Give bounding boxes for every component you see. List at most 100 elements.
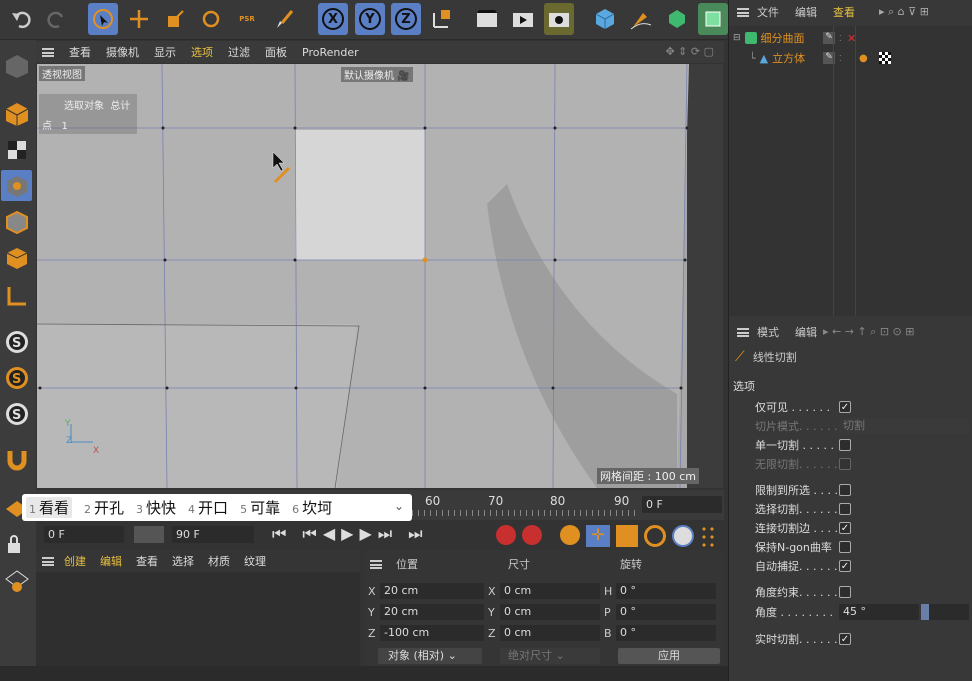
- menu-options[interactable]: 选项: [191, 44, 213, 60]
- option-checkbox[interactable]: ✓: [839, 560, 851, 572]
- phong-tag-icon[interactable]: ●: [859, 53, 868, 64]
- option-checkbox[interactable]: [839, 503, 851, 515]
- attributes-nav-icons[interactable]: ▸ ← → ↑ ⌕ ⊡ ⊙ ⊞: [823, 325, 914, 339]
- prev-key-icon[interactable]: ⏮: [302, 524, 316, 544]
- goto-start-icon[interactable]: ⏮: [272, 524, 286, 544]
- polygons-mode-icon[interactable]: [1, 242, 32, 273]
- subdivision-icon[interactable]: [662, 3, 692, 35]
- end-frame-field[interactable]: 90 F: [172, 526, 254, 543]
- psr-icon[interactable]: PSR: [232, 3, 262, 35]
- tab-6[interactable]: 6 坎坷: [292, 497, 332, 518]
- make-editable-icon[interactable]: [1, 50, 32, 81]
- option-checkbox[interactable]: [839, 586, 851, 598]
- menu-icon[interactable]: [42, 556, 54, 566]
- texture-mode-icon[interactable]: [1, 134, 32, 165]
- range-slider[interactable]: [134, 526, 164, 543]
- chevron-down-icon[interactable]: ⌄: [394, 499, 404, 513]
- position-x-field[interactable]: 20 cm: [380, 583, 484, 599]
- tab-4[interactable]: 4 开口: [188, 497, 228, 518]
- option-checkbox[interactable]: [839, 541, 851, 553]
- menu-edit[interactable]: 编辑: [795, 324, 817, 340]
- object-manager-tool-icons[interactable]: ▸ ⌕ ⌂ ⊽ ⊞: [879, 5, 929, 19]
- auto-key-icon[interactable]: [522, 525, 542, 545]
- keyframe-settings-icon[interactable]: [560, 525, 580, 545]
- tab-1[interactable]: 1 看看: [26, 497, 73, 518]
- goto-end-icon[interactable]: ⏭: [408, 524, 422, 544]
- next-key-icon[interactable]: ⏭: [378, 524, 392, 544]
- menu-panel[interactable]: 面板: [265, 44, 287, 60]
- size-y-field[interactable]: 0 cm: [500, 604, 600, 620]
- expand-icon[interactable]: ⊟: [733, 33, 741, 43]
- render-view-icon[interactable]: [472, 3, 502, 35]
- menu-icon[interactable]: [370, 559, 382, 569]
- menu-material[interactable]: 材质: [208, 553, 230, 569]
- angle-slider[interactable]: [921, 604, 969, 620]
- option-checkbox[interactable]: ✓: [839, 522, 851, 534]
- live-select-icon[interactable]: [88, 3, 118, 35]
- menu-camera[interactable]: 摄像机: [106, 44, 139, 60]
- menu-icon[interactable]: [42, 47, 54, 57]
- x-axis-lock-button[interactable]: X: [318, 3, 348, 35]
- slice-mode-select[interactable]: 切割: [839, 418, 969, 434]
- menu-view[interactable]: 查看: [69, 44, 91, 60]
- coordinate-system-icon[interactable]: [427, 3, 457, 35]
- tab-2[interactable]: 2 开孔: [84, 497, 124, 518]
- magnet-icon[interactable]: [1, 444, 32, 475]
- deformer-icon[interactable]: [698, 3, 728, 35]
- workplane-snap-icon[interactable]: S: [1, 398, 32, 429]
- visibility-dots-icon[interactable]: ⁚: [839, 34, 842, 43]
- z-axis-lock-button[interactable]: Z: [391, 3, 421, 35]
- play-icon[interactable]: ▶: [341, 524, 353, 544]
- pen-spline-icon[interactable]: [626, 3, 656, 35]
- points-mode-icon[interactable]: [1, 170, 32, 201]
- undo-icon[interactable]: [6, 3, 36, 35]
- prev-frame-icon[interactable]: ◀: [323, 524, 335, 544]
- key-move-icon[interactable]: ✛: [586, 525, 610, 547]
- rotate-icon[interactable]: [196, 3, 226, 35]
- model-mode-icon[interactable]: [1, 98, 32, 129]
- next-frame-icon[interactable]: ▶: [359, 524, 371, 544]
- viewport-nav-icons[interactable]: ✥ ⇕ ⟳ ▢: [665, 45, 714, 58]
- rotation-b-field[interactable]: 0 °: [616, 625, 716, 641]
- camera-label[interactable]: 默认摄像机 🎥: [341, 67, 413, 82]
- material-tag-icon[interactable]: [879, 52, 891, 64]
- coord-mode-select[interactable]: 对象 (相对) ⌄: [378, 648, 482, 664]
- move-icon[interactable]: [124, 3, 154, 35]
- option-checkbox[interactable]: [839, 458, 851, 470]
- rotation-h-field[interactable]: 0 °: [616, 583, 716, 599]
- lock-workplane-icon[interactable]: [1, 528, 32, 559]
- viewport[interactable]: 透视视图 默认摄像机 🎥 选取对象 总计 点 1 Y Z X 网格间距 : 10…: [37, 64, 723, 488]
- current-frame-field[interactable]: 0 F: [642, 496, 722, 513]
- brush-icon[interactable]: [270, 3, 300, 35]
- size-mode-select[interactable]: 绝对尺寸 ⌄: [500, 648, 600, 664]
- scale-icon[interactable]: [160, 3, 190, 35]
- menu-icon[interactable]: [737, 327, 749, 337]
- position-z-field[interactable]: -100 cm: [380, 625, 484, 641]
- menu-select[interactable]: 选择: [172, 553, 194, 569]
- menu-filter[interactable]: 过滤: [228, 44, 250, 60]
- option-checkbox[interactable]: [839, 484, 851, 496]
- menu-view[interactable]: 查看: [833, 4, 855, 20]
- menu-create[interactable]: 创建: [64, 553, 86, 569]
- render-picture-icon[interactable]: [508, 3, 538, 35]
- position-y-field[interactable]: 20 cm: [380, 604, 484, 620]
- angle-field[interactable]: 45 °: [839, 604, 919, 620]
- option-checkbox[interactable]: ✓: [839, 401, 851, 413]
- apply-button[interactable]: 应用: [618, 648, 720, 664]
- key-pla-icon[interactable]: [700, 525, 716, 547]
- snap-icon[interactable]: S: [1, 326, 32, 357]
- key-scale-icon[interactable]: [616, 525, 638, 547]
- menu-mode[interactable]: 模式: [757, 324, 779, 340]
- menu-file[interactable]: 文件: [757, 4, 779, 20]
- cube-primitive-icon[interactable]: [590, 3, 620, 35]
- record-icon[interactable]: [496, 525, 516, 545]
- key-rotate-icon[interactable]: [644, 525, 666, 547]
- size-x-field[interactable]: 0 cm: [500, 583, 600, 599]
- menu-edit[interactable]: 编辑: [795, 4, 817, 20]
- visibility-dots-icon[interactable]: ⁚: [839, 54, 842, 63]
- snap-settings-icon[interactable]: S: [1, 362, 32, 393]
- y-axis-lock-button[interactable]: Y: [355, 3, 385, 35]
- menu-view[interactable]: 查看: [136, 553, 158, 569]
- rotation-p-field[interactable]: 0 °: [616, 604, 716, 620]
- axis-mode-icon[interactable]: [1, 280, 32, 311]
